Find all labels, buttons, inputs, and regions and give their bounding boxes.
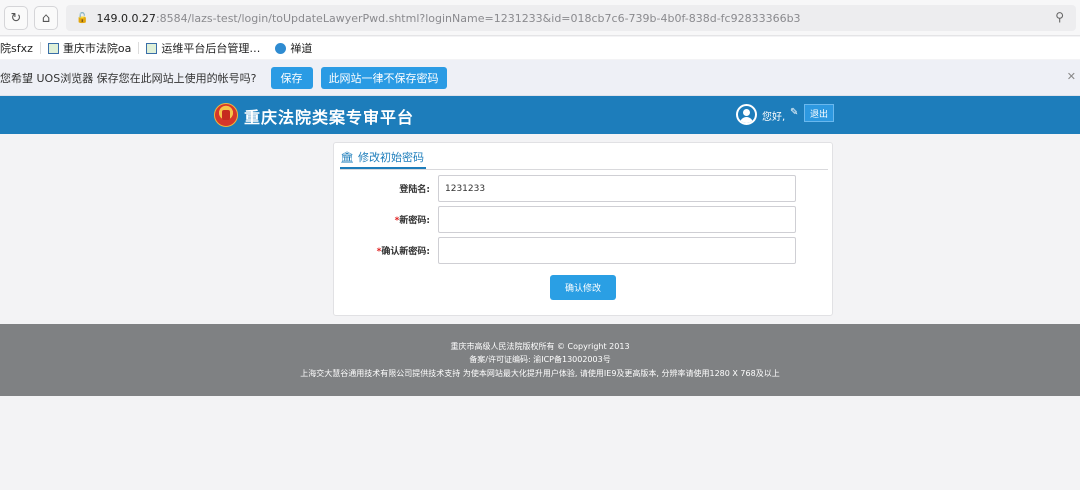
bookmark-icon (47, 42, 59, 54)
password-save-prompt: 您希望 UOS浏览器 保存您在此网站上使用的帐号吗? 保存 此网站一律不保存密码… (0, 60, 1080, 96)
user-avatar-icon[interactable] (736, 104, 757, 125)
new-password-label: *新密码: (394, 216, 430, 226)
institution-icon: 🏛 (340, 150, 354, 164)
home-icon[interactable]: ⌂ (34, 6, 58, 30)
confirm-password-label: *确认新密码: (376, 247, 430, 257)
url-path: :8584/lazs-test/login/toUpdateLawyerPwd.… (155, 11, 801, 25)
bookmark-item[interactable]: 运维平台后台管理… (146, 40, 260, 56)
login-name-label: 登陆名: (399, 185, 430, 195)
close-icon[interactable]: ✕ (1067, 70, 1076, 83)
prompt-text: 您希望 UOS浏览器 保存您在此网站上使用的帐号吗? (0, 71, 257, 85)
never-save-button[interactable]: 此网站一律不保存密码 (320, 66, 447, 89)
change-password-card: 🏛 修改初始密码 登陆名: *新密码: *确认新密码: 确认修改 (333, 142, 833, 316)
footer-support: 上海交大慧谷通用技术有限公司提供技术支持 为使本网站最大化提升用户体验, 请使用… (300, 369, 780, 378)
site-title: 重庆法院类案专审平台 (244, 108, 415, 127)
tab-change-password[interactable]: 🏛 修改初始密码 (340, 149, 426, 169)
login-name-field[interactable] (438, 175, 796, 202)
confirm-password-field[interactable] (438, 237, 796, 264)
divider (340, 169, 828, 170)
save-password-button[interactable]: 保存 (270, 66, 313, 89)
divider (267, 42, 268, 54)
footer-icp: 备案/许可证编码: 渝ICP备13002003号 (469, 355, 611, 364)
bookmark-icon (146, 42, 158, 54)
url-host: 149.0.0.27 (96, 11, 156, 25)
bookmark-item[interactable]: 禅道 (275, 40, 312, 56)
site-header: 重庆法院类案专审平台 您好, ✎ 退出 (0, 96, 1080, 134)
court-emblem-icon (214, 103, 238, 127)
browser-toolbar: ↻ ⌂ 🔓 149.0.0.27 :8584/lazs-test/login/t… (0, 0, 1080, 36)
confirm-change-button[interactable]: 确认修改 (550, 275, 616, 300)
new-password-field[interactable] (438, 206, 796, 233)
confirm-change-label: 确认修改 (564, 284, 601, 294)
greeting: 您好, (762, 112, 786, 123)
logout-button[interactable]: 退出 (804, 104, 835, 122)
bookmarks-bar: 院sfxz 重庆市法院oa 运维平台后台管理… 禅道 (0, 37, 1080, 59)
bookmark-item[interactable]: 院sfxz (0, 40, 33, 56)
address-bar[interactable]: 🔓 149.0.0.27 :8584/lazs-test/login/toUpd… (66, 5, 1076, 31)
reload-icon[interactable]: ↻ (4, 6, 28, 30)
insecure-lock-icon[interactable]: 🔓 (76, 13, 88, 24)
site-footer: 重庆市高级人民法院版权所有 © Copyright 2013 备案/许可证编码:… (0, 324, 1080, 396)
tab-title: 修改初始密码 (357, 151, 424, 164)
edit-icon[interactable]: ✎ (790, 107, 798, 118)
zoom-icon[interactable]: ⚲ (1055, 10, 1064, 24)
bookmark-item[interactable]: 重庆市法院oa (47, 40, 131, 56)
bookmark-icon (275, 42, 287, 54)
divider (39, 42, 41, 54)
divider (138, 42, 140, 54)
footer-copyright: 重庆市高级人民法院版权所有 © Copyright 2013 (450, 342, 630, 351)
